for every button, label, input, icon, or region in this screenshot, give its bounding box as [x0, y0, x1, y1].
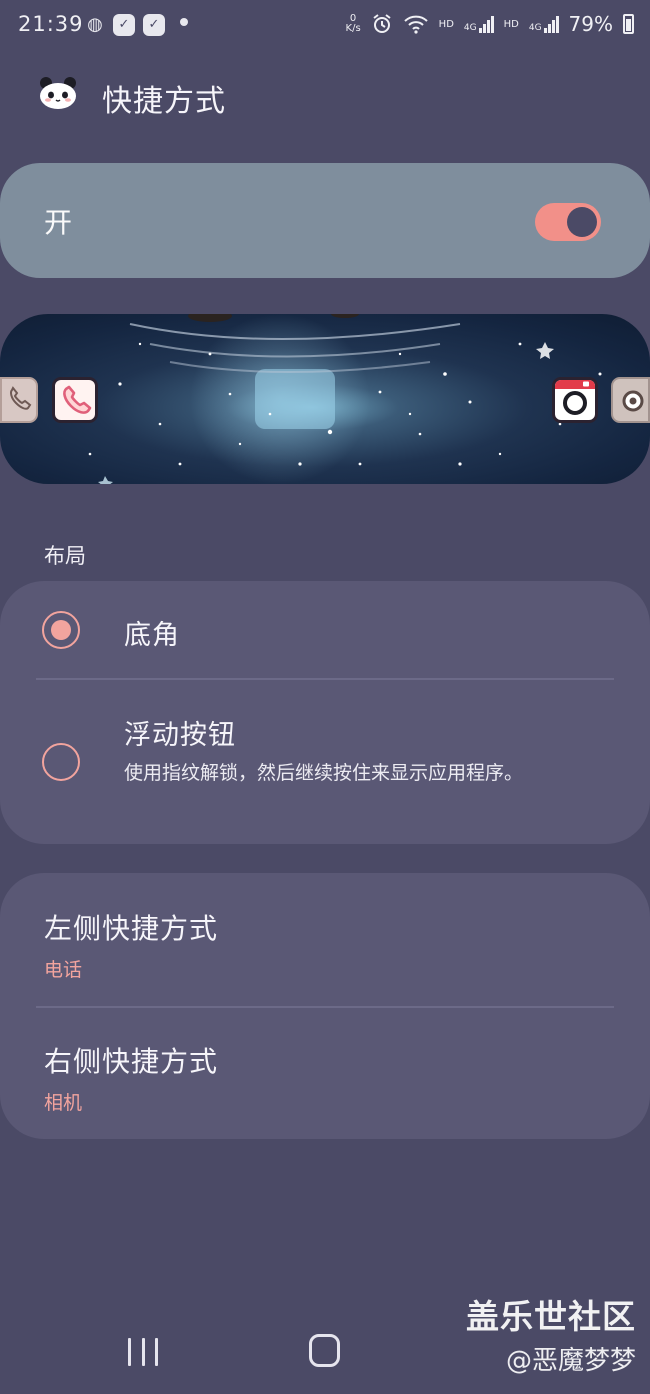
toggle-knob — [567, 207, 597, 237]
signal-2-icon: 4G — [529, 15, 559, 33]
master-switch-label: 开 — [44, 206, 73, 239]
battery-percent: 79% — [568, 12, 613, 36]
master-toggle[interactable] — [535, 203, 601, 241]
watermark-community: 盖乐世社区 — [466, 1297, 636, 1336]
signal-1-icon: 4G — [464, 15, 494, 33]
recents-icon[interactable] — [128, 1338, 158, 1366]
phone-shortcut-ghost — [0, 377, 38, 423]
phone-icon — [10, 386, 32, 410]
more-notifications-dot — [180, 18, 188, 26]
wifi-icon — [403, 15, 428, 34]
watermark-author: @恶魔梦梦 — [505, 1346, 636, 1376]
signal-1-hd: HD — [438, 18, 454, 30]
option-corner-title: 底角 — [124, 620, 180, 651]
right-shortcut-title: 右侧快捷方式 — [44, 1045, 219, 1078]
right-shortcut-value: 相机 — [44, 1092, 83, 1114]
check-notification-icon: ✓ — [143, 14, 165, 36]
left-shortcut-title: 左侧快捷方式 — [44, 912, 219, 945]
camera-shortcut-ghost — [611, 377, 650, 423]
option-floating-description: 使用指纹解锁，然后继续按住来显示应用程序。 — [124, 762, 524, 784]
layout-section-label: 布局 — [44, 544, 86, 568]
alarm-icon — [373, 14, 391, 33]
left-shortcut-phone[interactable] — [52, 377, 98, 423]
left-shortcut-row[interactable]: 左侧快捷方式 电话 — [0, 873, 650, 1006]
battery-icon — [623, 14, 634, 34]
net-speed: 0 K/s — [345, 13, 361, 34]
radio-floating-button[interactable] — [42, 743, 80, 781]
camera-icon — [555, 380, 595, 415]
check-notification-icon: ✓ — [113, 14, 135, 36]
option-corner[interactable]: 底角 — [0, 581, 650, 679]
camera-icon — [622, 390, 644, 412]
app-header: 快捷方式 — [0, 60, 650, 130]
option-floating-title: 浮动按钮 — [124, 720, 236, 751]
right-shortcut-camera[interactable] — [552, 377, 598, 423]
wechat-icon: ◍ — [87, 14, 103, 35]
home-icon[interactable] — [309, 1334, 340, 1367]
status-time: 21:39 — [18, 12, 84, 36]
page-title: 快捷方式 — [102, 84, 226, 119]
panda-icon — [40, 77, 76, 109]
radio-corner[interactable] — [42, 611, 80, 649]
option-floating-button[interactable]: 浮动按钮 使用指纹解锁，然后继续按住来显示应用程序。 — [0, 680, 650, 844]
status-right-group: 0 K/s HD 4G HD 4G 79% — [346, 12, 634, 36]
left-shortcut-value: 电话 — [44, 959, 83, 981]
signal-2-hd: HD — [503, 18, 519, 30]
right-shortcut-row[interactable]: 右侧快捷方式 相机 — [0, 1008, 650, 1139]
shortcuts-card: 左侧快捷方式 电话 右侧快捷方式 相机 — [0, 873, 650, 1139]
status-bar: 21:39 ◍ ✓ ✓ 0 K/s HD 4G HD 4G 79% — [0, 0, 650, 52]
phone-icon — [63, 385, 92, 414]
layout-options-card: 底角 浮动按钮 使用指纹解锁，然后继续按住来显示应用程序。 — [0, 581, 650, 844]
